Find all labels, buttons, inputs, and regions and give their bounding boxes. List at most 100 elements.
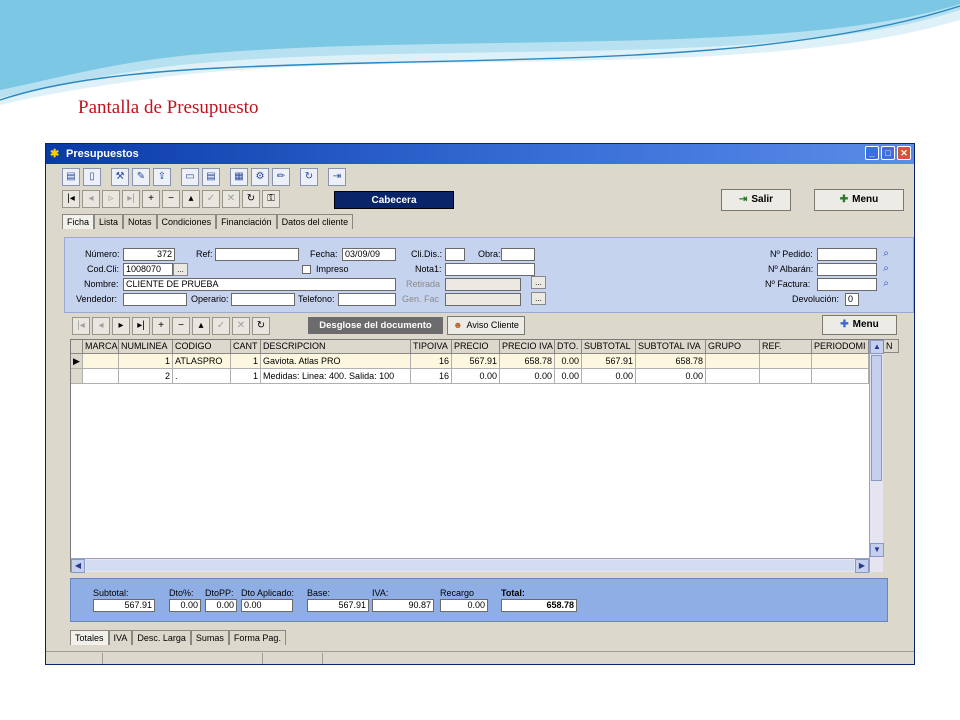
cell-numlinea[interactable]: 2 [119, 369, 173, 384]
detail-last-button[interactable]: ▸| [132, 317, 150, 335]
vendedor-field[interactable] [123, 293, 187, 306]
delete-record-button[interactable]: − [162, 190, 180, 208]
col-cant[interactable]: CANT [231, 340, 261, 354]
numero-field[interactable]: 372 [123, 248, 175, 261]
pencil-icon[interactable]: ✏ [272, 168, 290, 186]
refresh-record-button[interactable]: ↻ [242, 190, 260, 208]
codcli-field[interactable]: 1008070 [123, 263, 173, 276]
print-icon[interactable]: ▤ [62, 168, 80, 186]
tab-desc-larga[interactable]: Desc. Larga [132, 630, 191, 645]
tab-financiacion[interactable]: Financiación [216, 214, 277, 229]
factura-search-icon[interactable]: ⌕ [879, 277, 893, 291]
detail-post-button[interactable]: ✓ [212, 317, 230, 335]
cell-subtotal-iva[interactable]: 658.78 [636, 354, 706, 369]
col-precio-iva[interactable]: PRECIO IVA [500, 340, 555, 354]
gear-icon[interactable]: ⚙ [251, 168, 269, 186]
pedido-field[interactable] [817, 248, 877, 261]
detail-delete-button[interactable]: − [172, 317, 190, 335]
cell-cant[interactable]: 1 [231, 354, 261, 369]
subtotal-field[interactable]: 567.91 [93, 599, 155, 612]
prev-record-button[interactable]: ◂ [82, 190, 100, 208]
vertical-scrollbar[interactable]: ▲ ▼ [869, 340, 884, 572]
detail-cancel-button[interactable]: ✕ [232, 317, 250, 335]
next-record-button[interactable]: ▹ [102, 190, 120, 208]
export-icon[interactable]: ⇪ [153, 168, 171, 186]
fecha-field[interactable]: 03/09/09 [342, 248, 396, 261]
dtoapl-field[interactable]: 0.00 [241, 599, 293, 612]
albaran-field[interactable] [817, 263, 877, 276]
minimize-button[interactable]: _ [865, 146, 879, 160]
post-record-button[interactable]: ✓ [202, 190, 220, 208]
telefono-field[interactable] [338, 293, 396, 306]
menu-button[interactable]: ✚ Menu [814, 189, 904, 211]
aviso-cliente-button[interactable]: ☻ Aviso Cliente [447, 316, 525, 335]
nombre-field[interactable]: CLIENTE DE PRUEBA [123, 278, 396, 291]
col-n[interactable]: N [883, 339, 899, 353]
obra-field[interactable] [501, 248, 535, 261]
col-subtotal[interactable]: SUBTOTAL [582, 340, 636, 354]
cell-subtotal-iva[interactable]: 0.00 [636, 369, 706, 384]
cell-tipoiva[interactable]: 16 [411, 369, 452, 384]
col-descripcion[interactable]: DESCRIPCION [261, 340, 411, 354]
cell-ref[interactable] [760, 369, 812, 384]
iva-field[interactable]: 90.87 [372, 599, 434, 612]
col-ref[interactable]: REF. [760, 340, 812, 354]
tools-icon[interactable]: ⚒ [111, 168, 129, 186]
detail-insert-button[interactable]: + [152, 317, 170, 335]
cell-precio-iva[interactable]: 658.78 [500, 354, 555, 369]
albaran-search-icon[interactable]: ⌕ [879, 262, 893, 276]
pedido-search-icon[interactable]: ⌕ [879, 247, 893, 261]
cell-periodo[interactable] [812, 369, 869, 384]
table-row[interactable]: 2 . 1 Medidas: Linea: 400. Salida: 100 1… [71, 369, 869, 384]
edit-icon[interactable]: ✎ [132, 168, 150, 186]
tab-ficha[interactable]: Ficha [62, 214, 95, 229]
cell-cant[interactable]: 1 [231, 369, 261, 384]
cell-tipoiva[interactable]: 16 [411, 354, 452, 369]
tab-lista[interactable]: Lista [94, 214, 124, 229]
dtopp-field[interactable]: 0.00 [205, 599, 237, 612]
detail-next-button[interactable]: ▸ [112, 317, 130, 335]
detail-menu-button[interactable]: ✚ Menu [822, 315, 897, 335]
scroll-up-icon[interactable]: ▲ [870, 340, 884, 354]
maximize-button[interactable]: □ [881, 146, 895, 160]
base-field[interactable]: 567.91 [307, 599, 369, 612]
tab-datos-cliente[interactable]: Datos del cliente [276, 214, 354, 229]
calc-icon[interactable]: ▦ [230, 168, 248, 186]
detail-first-button[interactable]: |◂ [72, 317, 90, 335]
cell-dto[interactable]: 0.00 [555, 369, 582, 384]
detail-prev-button[interactable]: ◂ [92, 317, 110, 335]
cell-numlinea[interactable]: 1 [119, 354, 173, 369]
cell-marca[interactable] [83, 369, 119, 384]
ref-field[interactable] [215, 248, 299, 261]
scroll-right-icon[interactable]: ▶ [855, 559, 869, 573]
cell-marca[interactable] [83, 354, 119, 369]
detail-refresh-button[interactable]: ↻ [252, 317, 270, 335]
col-grupo[interactable]: GRUPO [706, 340, 760, 354]
dto-field[interactable]: 0.00 [169, 599, 201, 612]
refresh-icon[interactable]: ↻ [300, 168, 318, 186]
tab-condiciones[interactable]: Condiciones [156, 214, 217, 229]
tab-sumas[interactable]: Sumas [190, 630, 229, 645]
col-precio[interactable]: PRECIO [452, 340, 500, 354]
window-titlebar[interactable]: ✱ Presupuestos _ □ ✕ [46, 144, 914, 164]
document-icon[interactable]: ▯ [83, 168, 101, 186]
edit-record-button[interactable]: ▴ [182, 190, 200, 208]
tab-notas[interactable]: Notas [123, 214, 157, 229]
tab-forma-pag[interactable]: Forma Pag. [228, 630, 286, 645]
unlock-icon[interactable]: ⚿ [262, 190, 280, 208]
horizontal-scroll-track[interactable] [86, 560, 854, 571]
scroll-left-icon[interactable]: ◀ [71, 559, 85, 573]
col-codigo[interactable]: CODIGO [173, 340, 231, 354]
factura-field[interactable] [817, 278, 877, 291]
cell-grupo[interactable] [706, 369, 760, 384]
last-record-button[interactable]: ▸| [122, 190, 140, 208]
retirada-field[interactable] [445, 278, 521, 291]
retirada-lookup-button[interactable]: ... [531, 276, 546, 289]
operario-field[interactable] [231, 293, 295, 306]
detail-edit-button[interactable]: ▴ [192, 317, 210, 335]
recargo-field[interactable]: 0.00 [440, 599, 488, 612]
col-numlinea[interactable]: NUMLINEA [119, 340, 173, 354]
cell-subtotal[interactable]: 0.00 [582, 369, 636, 384]
horizontal-scrollbar[interactable]: ◀ ▶ [71, 558, 869, 573]
cell-descripcion[interactable]: Gaviota. Atlas PRO [261, 354, 411, 369]
